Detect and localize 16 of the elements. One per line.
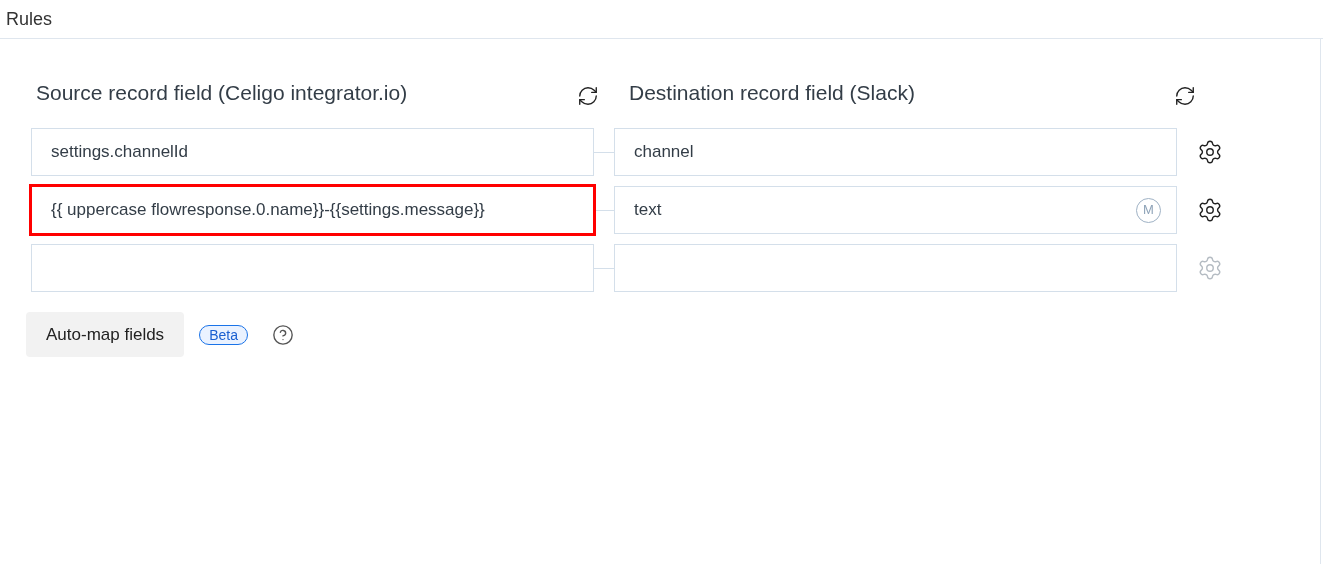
help-icon[interactable]: [271, 323, 294, 346]
column-heading: Destination record field (Slack): [629, 81, 915, 105]
beta-tag: Beta: [199, 324, 248, 345]
destination-field[interactable]: channel: [614, 128, 1177, 176]
source-field[interactable]: settings.channelId: [31, 128, 594, 176]
destination-field[interactable]: [614, 244, 1177, 292]
destination-field[interactable]: text M: [614, 186, 1177, 234]
refresh-icon[interactable]: [576, 84, 600, 108]
settings-icon[interactable]: [1197, 197, 1223, 223]
settings-icon[interactable]: [1197, 139, 1223, 165]
source-field[interactable]: [31, 244, 594, 292]
auto-map-button[interactable]: Auto-map fields: [26, 312, 185, 357]
panel-title: Rules: [6, 7, 53, 31]
source-field[interactable]: {{ uppercase flowresponse.0.name}}-{{settings.message}}: [31, 186, 594, 234]
column-heading: Source record field (Celigo integrator.io): [36, 81, 408, 105]
refresh-icon[interactable]: [1173, 84, 1197, 108]
